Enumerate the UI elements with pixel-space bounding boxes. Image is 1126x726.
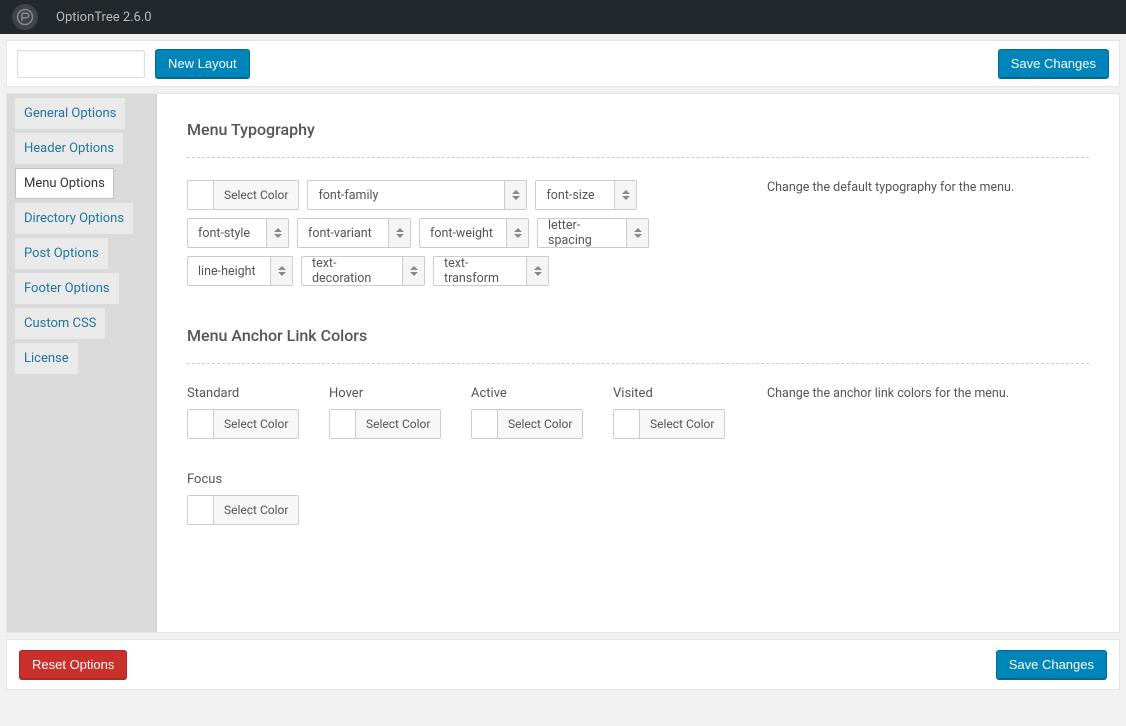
anchor-color-controls: Standard Select Color Hover Select Color: [187, 386, 747, 528]
font-weight-select[interactable]: font-weight: [419, 218, 529, 248]
sidebar-link-post[interactable]: Post Options: [15, 238, 108, 269]
sidebar-link-header[interactable]: Header Options: [15, 133, 123, 164]
select-value: letter-spacing: [538, 219, 626, 247]
select-value: line-height: [188, 257, 270, 285]
anchor-hover: Hover Select Color: [329, 386, 449, 442]
color-picker-label: Select Color: [356, 410, 440, 438]
content-panel: Menu Typography Select Color font-family…: [157, 94, 1119, 632]
anchor-active: Active Select Color: [471, 386, 591, 442]
chevron-up-down-icon: [614, 181, 636, 209]
anchor-visited-label: Visited: [613, 386, 733, 401]
chevron-up-down-icon: [270, 257, 292, 285]
color-picker-label: Select Color: [640, 410, 724, 438]
new-layout-button[interactable]: New Layout: [155, 49, 250, 78]
font-variant-select[interactable]: font-variant: [297, 218, 411, 248]
divider: [187, 157, 1089, 158]
section-menu-typography: Menu Typography Select Color font-family…: [187, 120, 1089, 286]
sidebar-item-license: License: [7, 341, 156, 376]
sidebar-item-menu: Menu Options: [7, 166, 156, 201]
select-value: text-transform: [434, 257, 526, 285]
typography-color-picker[interactable]: Select Color: [187, 180, 299, 210]
anchor-hover-picker[interactable]: Select Color: [329, 409, 441, 439]
chevron-up-down-icon: [626, 219, 648, 247]
save-changes-button-top[interactable]: Save Changes: [998, 49, 1109, 78]
app-logo-icon: [12, 4, 38, 30]
select-value: font-style: [188, 219, 266, 247]
anchor-focus: Focus Select Color: [187, 472, 307, 528]
chevron-up-down-icon: [504, 181, 526, 209]
settings-sidebar: General Options Header Options Menu Opti…: [7, 94, 157, 632]
chevron-up-down-icon: [506, 219, 528, 247]
font-style-select[interactable]: font-style: [187, 218, 289, 248]
divider: [187, 363, 1089, 364]
toolbar: New Layout Save Changes: [6, 40, 1120, 87]
section-anchor-colors: Menu Anchor Link Colors Standard Select …: [187, 326, 1089, 528]
workspace: General Options Header Options Menu Opti…: [6, 93, 1120, 633]
save-changes-button-bottom[interactable]: Save Changes: [996, 650, 1107, 679]
sidebar-link-menu[interactable]: Menu Options: [15, 168, 114, 199]
color-swatch-icon: [614, 410, 640, 438]
font-size-select[interactable]: font-size: [535, 180, 637, 210]
color-swatch-icon: [472, 410, 498, 438]
color-swatch-icon: [188, 181, 214, 209]
color-picker-label: Select Color: [498, 410, 582, 438]
sidebar-item-footer: Footer Options: [7, 271, 156, 306]
anchor-active-label: Active: [471, 386, 591, 401]
select-value: font-variant: [298, 219, 388, 247]
sidebar-link-license[interactable]: License: [15, 343, 78, 374]
sidebar-item-general: General Options: [7, 96, 156, 131]
anchor-description: Change the anchor link colors for the me…: [747, 386, 1089, 401]
section-title-typography: Menu Typography: [187, 120, 1089, 139]
app-topbar: OptionTree 2.6.0: [0, 0, 1126, 34]
anchor-hover-label: Hover: [329, 386, 449, 401]
text-transform-select[interactable]: text-transform: [433, 256, 549, 286]
color-picker-label: Select Color: [214, 181, 298, 209]
sidebar-item-post: Post Options: [7, 236, 156, 271]
select-value: text-decoration: [302, 257, 402, 285]
select-value: font-size: [536, 181, 614, 209]
typography-description: Change the default typography for the me…: [747, 180, 1089, 195]
chevron-up-down-icon: [402, 257, 424, 285]
text-decoration-select[interactable]: text-decoration: [301, 256, 425, 286]
letter-spacing-select[interactable]: letter-spacing: [537, 218, 649, 248]
chevron-up-down-icon: [526, 257, 548, 285]
color-swatch-icon: [188, 496, 214, 524]
anchor-focus-label: Focus: [187, 472, 307, 487]
anchor-standard-label: Standard: [187, 386, 307, 401]
sidebar-link-general[interactable]: General Options: [15, 98, 125, 129]
chevron-up-down-icon: [266, 219, 288, 247]
anchor-visited: Visited Select Color: [613, 386, 733, 442]
reset-options-button[interactable]: Reset Options: [19, 650, 127, 679]
typography-controls: Select Color font-family font-size font-…: [187, 180, 747, 286]
sidebar-item-customcss: Custom CSS: [7, 306, 156, 341]
sidebar-link-footer[interactable]: Footer Options: [15, 273, 119, 304]
sidebar-item-header: Header Options: [7, 131, 156, 166]
select-value: font-family: [308, 181, 504, 209]
sidebar-link-directory[interactable]: Directory Options: [15, 203, 133, 234]
layout-name-input[interactable]: [17, 50, 145, 78]
anchor-standard-picker[interactable]: Select Color: [187, 409, 299, 439]
line-height-select[interactable]: line-height: [187, 256, 293, 286]
app-title: OptionTree 2.6.0: [56, 10, 152, 25]
select-value: font-weight: [420, 219, 506, 247]
color-swatch-icon: [188, 410, 214, 438]
anchor-focus-picker[interactable]: Select Color: [187, 495, 299, 525]
anchor-visited-picker[interactable]: Select Color: [613, 409, 725, 439]
color-picker-label: Select Color: [214, 410, 298, 438]
color-swatch-icon: [330, 410, 356, 438]
sidebar-item-directory: Directory Options: [7, 201, 156, 236]
font-family-select[interactable]: font-family: [307, 180, 527, 210]
anchor-standard: Standard Select Color: [187, 386, 307, 442]
footer-toolbar: Reset Options Save Changes: [6, 639, 1120, 690]
anchor-active-picker[interactable]: Select Color: [471, 409, 583, 439]
section-title-anchor: Menu Anchor Link Colors: [187, 326, 1089, 345]
color-picker-label: Select Color: [214, 496, 298, 524]
sidebar-link-customcss[interactable]: Custom CSS: [15, 308, 105, 339]
chevron-up-down-icon: [388, 219, 410, 247]
